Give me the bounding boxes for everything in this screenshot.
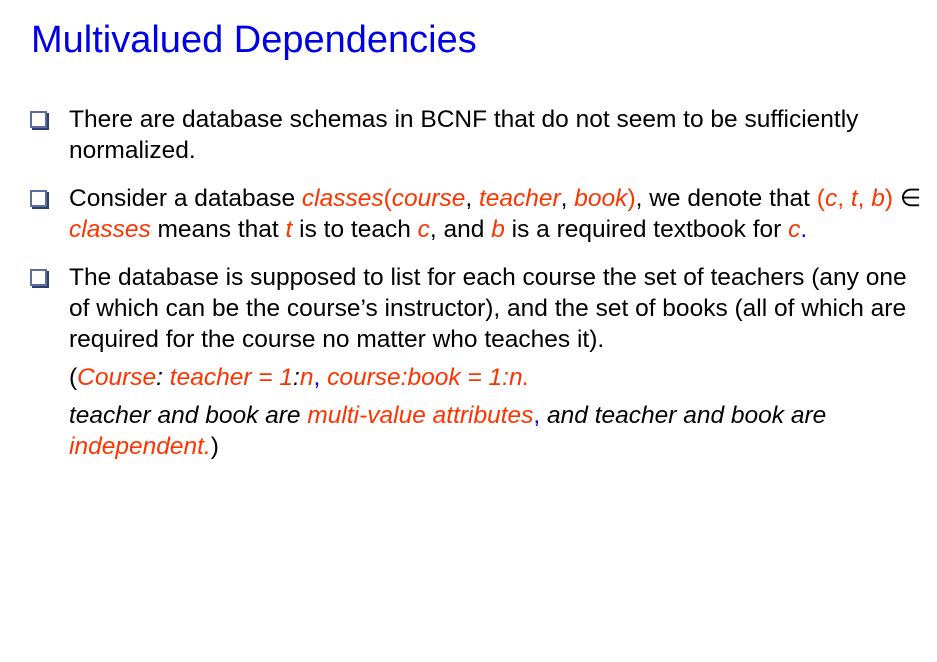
text-run: . [800,216,808,243]
text-run: ) [884,185,894,212]
checkbox-bullet-icon [30,190,47,207]
text-run: and teacher and book are [540,402,827,429]
text-run: : [156,364,170,391]
bullet-subline: teacher and book are multi-value attribu… [69,400,928,462]
text-run: is to teach [292,216,418,243]
variable: c [824,185,838,212]
text-run: ) [210,433,219,460]
bullet-item: The database is supposed to list for eac… [28,262,928,462]
bullet-subline: (Course: teacher = 1:n, course:book = 1:… [69,362,928,393]
text-run: : [293,364,300,391]
variable: t [850,185,858,212]
text-run: , [560,185,575,212]
text-run: Consider a database [69,185,302,212]
checkbox-bullet-icon [30,111,47,128]
text-run: ( [816,185,825,212]
attribute-name: book [574,185,628,212]
bullet-item: There are database schemas in BCNF that … [28,104,928,166]
bullet-text: Consider a database classes(course, teac… [69,183,928,245]
attribute-name: course [391,185,466,212]
variable: b [871,185,885,212]
text-run: ( [69,364,78,391]
text-run: n [299,364,314,391]
text-run: , [465,185,479,212]
text-run: , and [429,216,492,243]
text-run: independent. [69,433,211,460]
variable: b [491,216,505,243]
attribute-name: teacher [478,185,561,212]
bullet-list: There are database schemas in BCNF that … [28,104,928,479]
text-run: course:book = 1:n. [327,364,530,391]
checkbox-bullet-icon [30,269,47,286]
relation-name: classes [69,216,151,243]
text-run: , [857,185,872,212]
bullet-text: The database is supposed to list for eac… [69,264,907,353]
text-run: teacher and book are [69,402,308,429]
text-run: , [313,364,328,391]
text-run: multi-value attributes [307,402,534,429]
text-run: teacher = 1 [169,364,294,391]
text-run: , we denote that [635,185,817,212]
bullet-text: There are database schemas in BCNF that … [69,106,859,164]
text-run: , [837,185,851,212]
member-symbol: ∈ [893,185,922,212]
text-run: Course [77,364,157,391]
variable: c [788,216,801,243]
variable: c [417,216,430,243]
text-run: ( [383,185,392,212]
bullet-item: Consider a database classes(course, teac… [28,183,928,245]
text-run: means that [150,216,286,243]
relation-name: classes [301,185,384,212]
slide-title: Multivalued Dependencies [31,19,477,61]
text-run: is a required textbook for [504,216,789,243]
text-run: ) [627,185,636,212]
